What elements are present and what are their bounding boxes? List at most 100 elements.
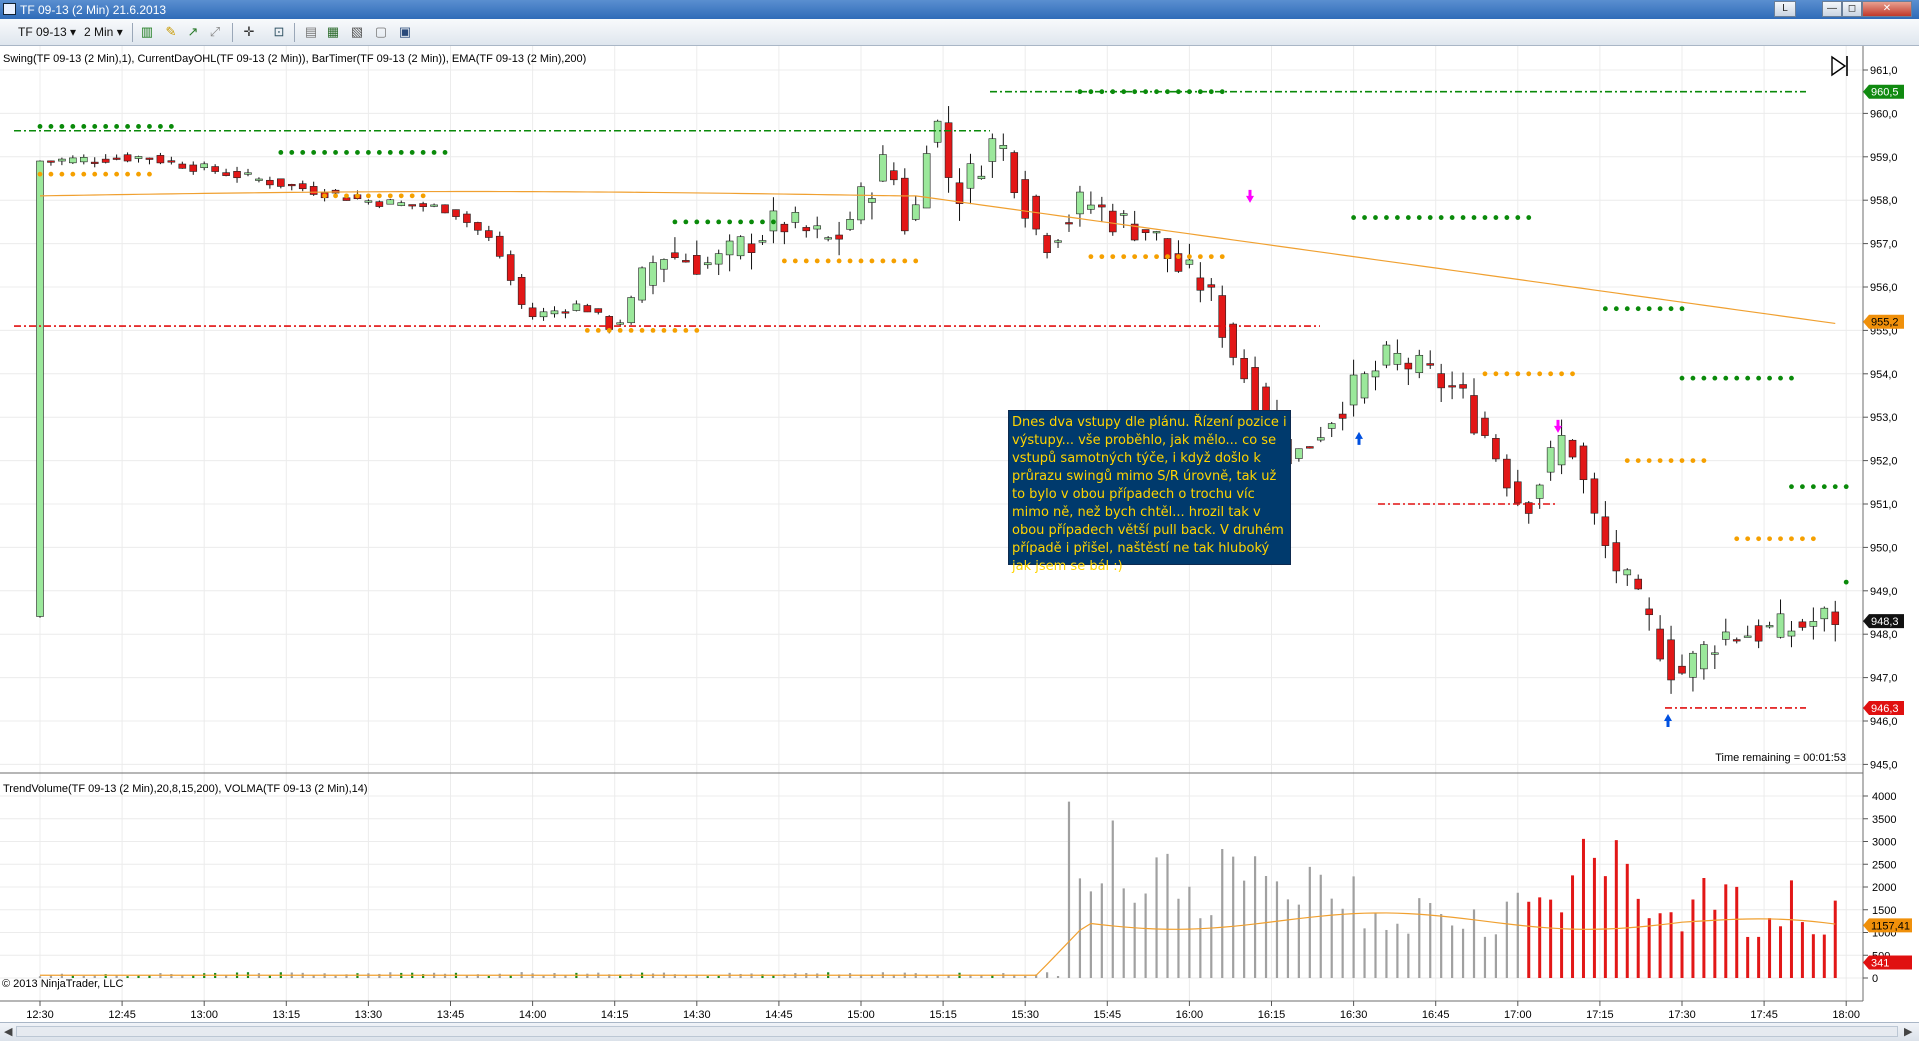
candle-body bbox=[1809, 621, 1818, 627]
candle-body bbox=[966, 163, 975, 189]
price-tick-label: 945,0 bbox=[1870, 759, 1898, 771]
volume-tick-label: 2500 bbox=[1872, 859, 1896, 871]
swing-high-dot bbox=[694, 219, 700, 225]
interval-selector[interactable]: 2 Min ▾ bbox=[84, 24, 123, 41]
candle-body bbox=[1229, 323, 1237, 358]
swing-low-dot bbox=[48, 171, 54, 177]
candle-body bbox=[1426, 363, 1435, 366]
chevron-down-icon: ▾ bbox=[116, 25, 123, 39]
time-tick-label: 18:00 bbox=[1832, 1009, 1860, 1021]
candle-body bbox=[835, 234, 843, 240]
candle-body bbox=[1459, 384, 1467, 389]
candle-body bbox=[736, 236, 745, 257]
price-tick-label: 950,0 bbox=[1870, 542, 1898, 554]
candle-body bbox=[419, 203, 427, 207]
swing-low-dot bbox=[1734, 536, 1740, 542]
draw-line-icon[interactable]: ↗ bbox=[184, 23, 202, 41]
volume-indicators-label: TrendVolume(TF 09-13 (2 Min),20,8,15,200… bbox=[3, 783, 368, 795]
chart-area[interactable]: 961,0960,0959,0958,0957,0956,0955,0954,0… bbox=[0, 46, 1919, 1022]
window-layout-icon[interactable]: ▣ bbox=[396, 23, 414, 41]
swing-low-dot bbox=[1165, 254, 1170, 260]
candle-body bbox=[517, 277, 526, 305]
swing-low-dot bbox=[147, 171, 152, 177]
candle-body bbox=[277, 178, 285, 187]
swing-high-dot bbox=[1723, 375, 1729, 381]
zoom-icon[interactable]: ⊡ bbox=[270, 23, 288, 41]
interval-label: 2 Min bbox=[84, 25, 114, 39]
candle-body bbox=[528, 307, 537, 318]
swing-low-dot bbox=[322, 193, 328, 199]
properties-icon[interactable]: ▤ bbox=[302, 23, 320, 41]
candle-body bbox=[725, 240, 734, 256]
horizontal-scrollbar[interactable] bbox=[16, 1026, 1898, 1037]
swing-low-dot bbox=[1635, 458, 1641, 463]
candle-body bbox=[266, 179, 274, 186]
swing-low-dot bbox=[792, 258, 798, 264]
link-button[interactable]: L bbox=[1774, 1, 1796, 17]
swing-high-dot bbox=[1613, 306, 1619, 312]
swing-high-dot bbox=[37, 124, 43, 129]
candle-body bbox=[846, 218, 854, 230]
volume-tick-label: 3000 bbox=[1872, 837, 1896, 849]
horizontal-scrollbar-area[interactable]: ◀ ▶ bbox=[0, 1022, 1919, 1041]
swing-high-dot bbox=[1504, 215, 1510, 220]
data-box-icon[interactable]: ▢ bbox=[372, 23, 390, 41]
strategies-icon[interactable]: ▧ bbox=[348, 23, 366, 41]
swing-high-dot bbox=[1121, 89, 1127, 95]
swing-high-dot bbox=[1143, 89, 1149, 95]
swing-high-dot bbox=[1208, 89, 1214, 95]
swing-high-dot bbox=[727, 219, 733, 225]
chart-text-note[interactable]: Dnes dva vstupy dle plánu. Řízení pozice… bbox=[1008, 410, 1291, 574]
swing-low-dot bbox=[814, 258, 820, 264]
time-tick-label: 15:00 bbox=[847, 1009, 875, 1021]
time-tick-label: 12:45 bbox=[108, 1009, 136, 1021]
candle-body bbox=[922, 153, 931, 209]
candle-body bbox=[233, 171, 241, 179]
candle-body bbox=[1732, 639, 1741, 642]
minimize-button[interactable]: — bbox=[1822, 1, 1842, 17]
candle-body bbox=[572, 303, 581, 311]
swing-high-dot bbox=[114, 124, 120, 129]
swing-low-dot bbox=[70, 171, 76, 177]
candle-body bbox=[638, 267, 646, 301]
candle-body bbox=[1295, 448, 1303, 459]
indicators-icon[interactable]: ▦ bbox=[324, 23, 342, 41]
swing-low-dot bbox=[1197, 254, 1203, 260]
swing-high-dot bbox=[1789, 484, 1794, 490]
drawing-tool-icon[interactable]: ✎ bbox=[162, 23, 180, 41]
candle-body bbox=[178, 163, 187, 169]
candle-body bbox=[375, 201, 384, 207]
candle-body bbox=[1546, 447, 1555, 473]
hide-drawings-icon[interactable]: ⤢ bbox=[206, 23, 224, 41]
swing-low-dot bbox=[584, 328, 590, 333]
candle-body bbox=[616, 322, 624, 325]
scroll-left-icon[interactable]: ◀ bbox=[4, 1025, 12, 1038]
bar-style-icon[interactable]: ▥ bbox=[138, 23, 156, 41]
swing-high-dot bbox=[1219, 89, 1225, 95]
candle-body bbox=[211, 166, 219, 172]
crosshair-icon[interactable]: ✛ bbox=[240, 23, 258, 41]
price-marker-label: 946,3 bbox=[1871, 703, 1899, 715]
close-button[interactable]: ✕ bbox=[1862, 1, 1912, 17]
swing-low-dot bbox=[803, 258, 809, 264]
swing-low-dot bbox=[1789, 536, 1794, 542]
swing-high-dot bbox=[147, 124, 152, 129]
candle-body bbox=[167, 160, 176, 163]
swing-low-dot bbox=[409, 193, 415, 199]
swing-low-dot bbox=[136, 171, 141, 177]
candle-body bbox=[857, 186, 865, 221]
swing-high-dot bbox=[1734, 375, 1740, 381]
candle-body bbox=[824, 237, 832, 240]
swing-high-dot bbox=[311, 150, 317, 155]
candle-body bbox=[561, 311, 570, 314]
instrument-selector[interactable]: TF 09-13 ▾ bbox=[18, 24, 76, 41]
swing-low-dot bbox=[683, 328, 689, 333]
price-marker-label: 948,3 bbox=[1871, 616, 1899, 628]
swing-low-dot bbox=[858, 258, 864, 264]
maximize-button[interactable]: ◻ bbox=[1842, 1, 1862, 17]
scroll-right-icon[interactable]: ▶ bbox=[1904, 1025, 1912, 1038]
swing-high-dot bbox=[1362, 215, 1367, 220]
candle-body bbox=[649, 262, 657, 286]
candle-body bbox=[1787, 630, 1796, 637]
candle-body bbox=[1481, 417, 1489, 436]
